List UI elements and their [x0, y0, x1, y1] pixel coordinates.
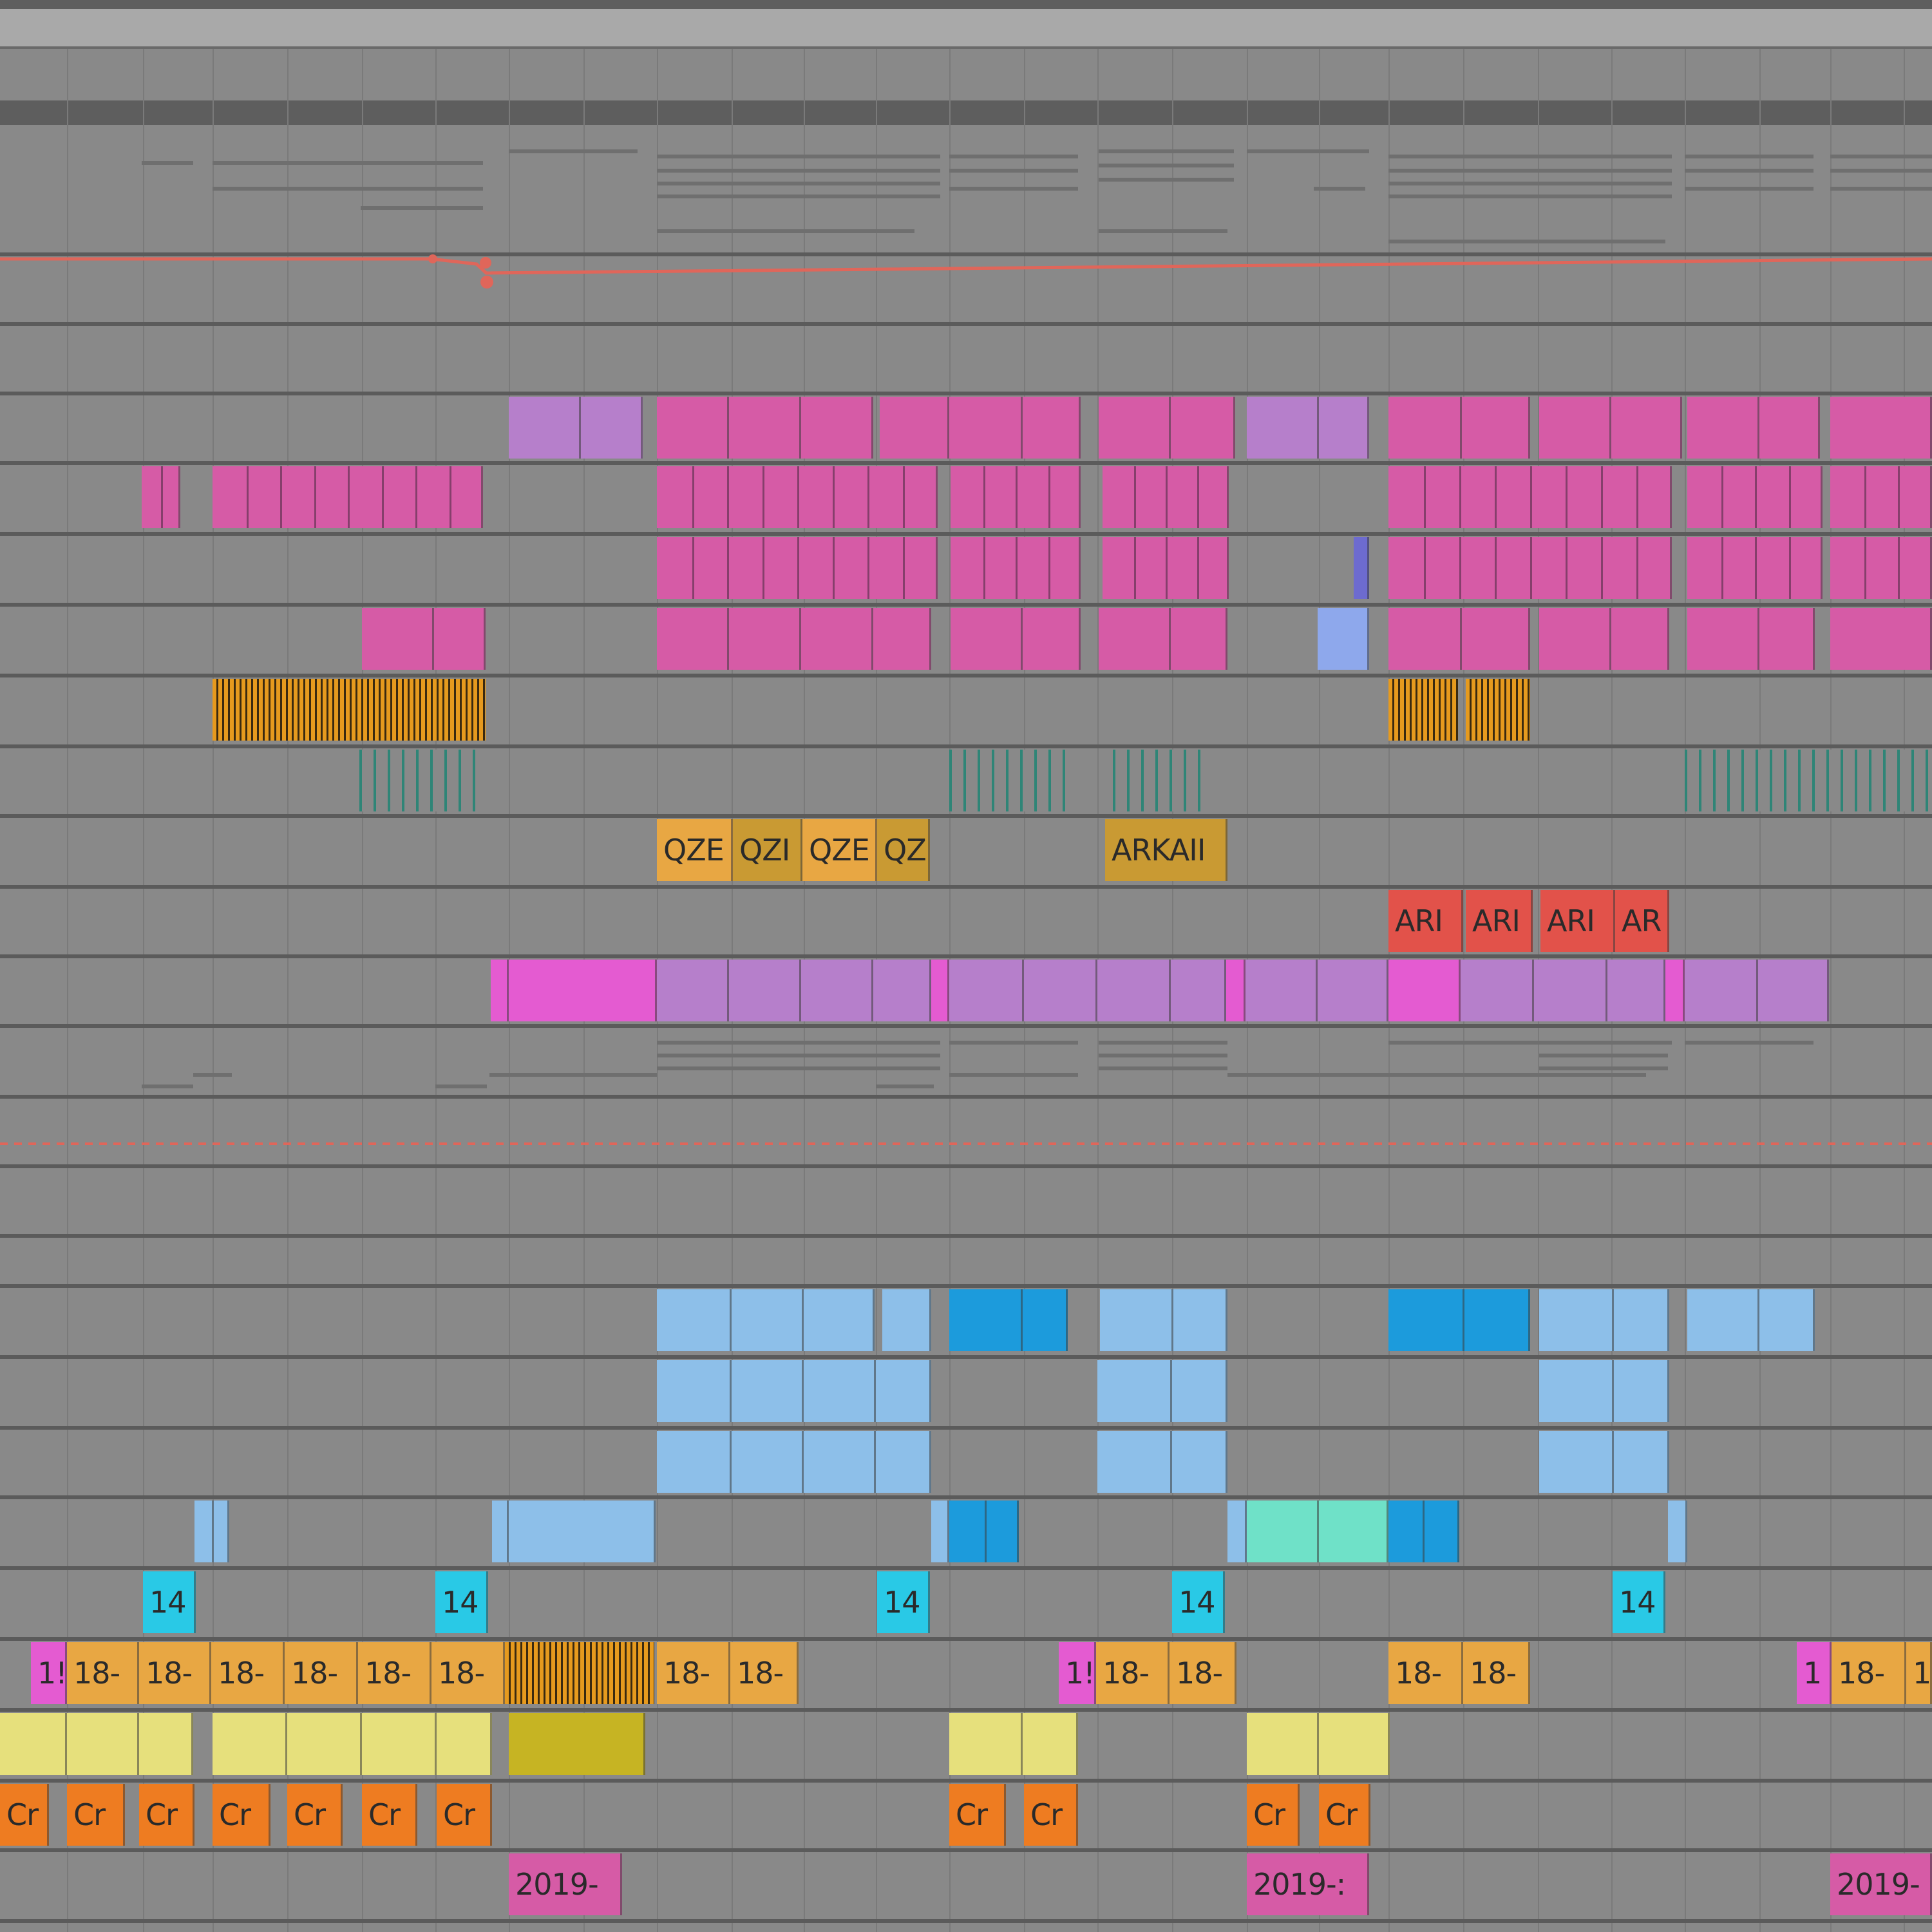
automation-line [0, 257, 1932, 275]
clip-summary-dash [657, 194, 940, 198]
clip-summary-dash [1099, 1054, 1227, 1057]
clip-summary-dash [213, 187, 483, 191]
clip-summary-dash [1539, 1054, 1668, 1057]
clip-summary-dash [1685, 155, 1814, 158]
clip-summary-dash [876, 1084, 934, 1088]
clip-summary-dash [1388, 1041, 1672, 1045]
arrangement-view[interactable]: QZE QZI QZE QZ ARKAII ARI ARI ARI AR 14 14 14 14 14 1!… [0, 0, 1932, 1932]
clip-summary-dash [509, 149, 638, 153]
clip-summary-dash [657, 169, 940, 173]
clip-summary-dash [1099, 178, 1234, 182]
clip-summary-dash [1388, 194, 1672, 198]
clip-summary-dash [657, 1054, 940, 1057]
clip-summary-dash [1830, 155, 1932, 158]
clip-summary-dash [489, 1073, 657, 1077]
clip-summary-dash [1388, 169, 1672, 173]
clip-summary-dash [949, 155, 1078, 158]
clip-summary-dash [1227, 1073, 1388, 1077]
clip-summary-dash [435, 1084, 487, 1088]
clip-summary-dash [1685, 187, 1814, 191]
clip-summary-dash [1685, 169, 1814, 173]
clip-summary-dash [657, 155, 940, 158]
clip-summary-dash [193, 1073, 232, 1077]
clip-summary-dash [657, 182, 940, 185]
clip-summary-dash [949, 169, 1078, 173]
clip-summary-dash [1685, 1041, 1814, 1045]
clip-summary-dash [1247, 149, 1369, 153]
automation-point[interactable] [480, 276, 493, 289]
clip-summary-dash [361, 206, 483, 210]
automation-point[interactable] [480, 257, 491, 269]
clip-summary-dash [1099, 164, 1234, 167]
clip-summary-dash [1314, 187, 1365, 191]
clip-summary-dash [142, 1084, 193, 1088]
clip-summary-dash [1388, 155, 1672, 158]
clip-summary-dash [1099, 1066, 1227, 1070]
automation-lines [0, 254, 1932, 1145]
clip-summary-dash [1539, 1066, 1668, 1070]
clip-summary-dash [1388, 182, 1672, 185]
clip-summary-dash [949, 187, 1078, 191]
clip-summary-dash [1099, 149, 1234, 153]
clip-summary-dash [657, 1041, 940, 1045]
clip-summary-dash [1830, 169, 1932, 173]
clip-summary-dash [1099, 229, 1227, 233]
clip-summary-dash [213, 161, 483, 165]
clip-summary-dash [1388, 1073, 1646, 1077]
clip-summary-dash [1099, 1041, 1227, 1045]
clip-summary-dash [1388, 240, 1665, 243]
clip-summary-dash [142, 161, 193, 165]
clip-summary-dash [657, 1066, 940, 1070]
clip-summary-dash [949, 1041, 1078, 1045]
clip-summary-dash [1830, 187, 1932, 191]
clip-summary-dash [949, 1073, 1078, 1077]
automation-point[interactable] [428, 254, 437, 263]
clip-summary-dash [657, 229, 914, 233]
